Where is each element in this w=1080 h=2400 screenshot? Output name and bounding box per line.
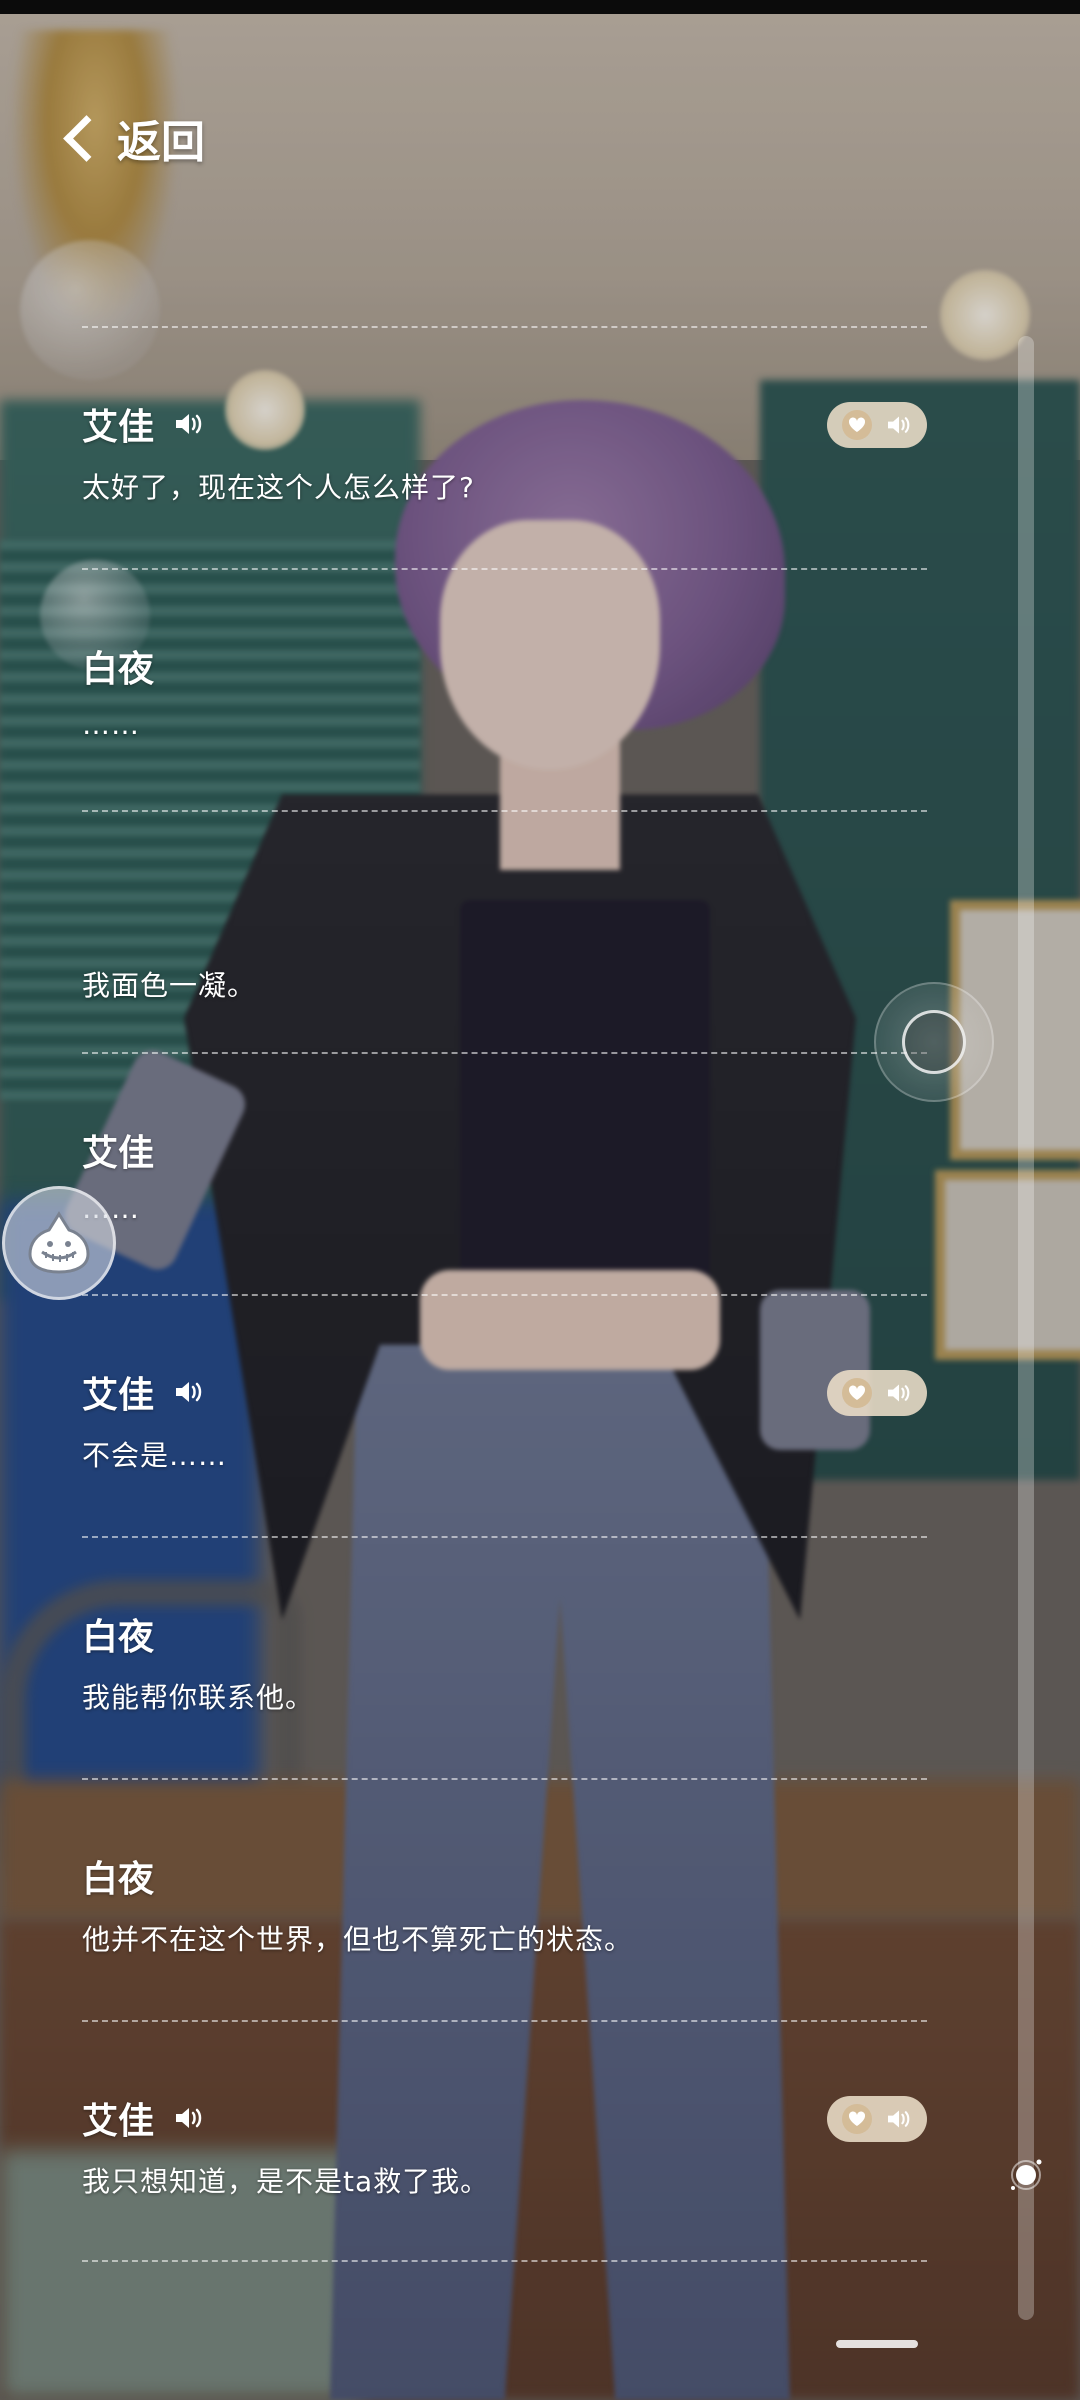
replay-voice-icon[interactable] [886,1382,912,1404]
mascot-icon [28,1211,90,1274]
log-entry: 艾佳 太好了，现在这个人怎么样了? [82,326,927,568]
log-entry: 艾佳 我只想知道，是不是ta救了我。 [82,2020,927,2262]
next-entry-pill-edge [836,2340,918,2348]
dialogue-text: …… [82,708,140,741]
entry-actions [827,2096,927,2142]
speaker: 白夜 [82,1850,154,1902]
scrollbar-thumb[interactable] [1009,2158,1043,2192]
log-entry: 白夜 我能帮你联系他。 [82,1536,927,1778]
speaker-name: 艾佳 [82,1374,155,1416]
dialogue-log[interactable]: 艾佳 太好了，现在这个人怎么样了? 白夜 …… 我面色一凝。 艾佳 …… 艾佳 … [82,326,927,2262]
speaker: 艾佳 [82,1366,204,1418]
mascot-floating-button[interactable] [2,1186,116,1300]
dialogue-text: 不会是…… [82,1439,228,1472]
back-button[interactable]: 返回 [58,108,205,168]
status-bar [0,0,1080,14]
floating-ball-button[interactable] [874,982,994,1102]
speaker-name: 白夜 [82,1858,155,1900]
speaker-name: 白夜 [82,648,155,690]
speaker-name: 白夜 [82,1616,155,1658]
heart-icon[interactable] [842,410,872,440]
speaker: 白夜 [82,1608,154,1660]
entry-actions [827,1370,927,1416]
scrollbar-track[interactable] [1018,336,1034,2320]
speaker-icon[interactable] [174,2105,204,2131]
back-label: 返回 [117,117,205,168]
dialogue-text: 太好了，现在这个人怎么样了? [82,471,475,504]
log-entry: 白夜 …… [82,568,927,810]
dialogue-text: 他并不在这个世界，但也不算死亡的状态。 [82,1923,634,1956]
heart-icon[interactable] [842,1378,872,1408]
narration-text: 我面色一凝。 [82,969,257,1002]
log-entry: 艾佳 …… [82,1052,927,1294]
speaker-name: 艾佳 [82,1132,155,1174]
heart-icon[interactable] [842,2104,872,2134]
circle-icon [902,1010,966,1074]
speaker: 艾佳 [82,2092,204,2144]
entry-actions [827,402,927,448]
replay-voice-icon[interactable] [886,414,912,436]
replay-voice-icon[interactable] [886,2108,912,2130]
speaker-name: 艾佳 [82,406,155,448]
speaker-name: 艾佳 [82,2100,155,2142]
speaker: 艾佳 [82,398,204,450]
log-entry: 艾佳 不会是…… [82,1294,927,1536]
log-entry: 我面色一凝。 [82,810,927,1052]
speaker: 艾佳 [82,1124,154,1176]
log-entry: 白夜 他并不在这个世界，但也不算死亡的状态。 [82,1778,927,2020]
speaker-icon[interactable] [174,411,204,437]
dialogue-text: 我能帮你联系他。 [82,1681,315,1714]
chevron-left-icon [63,114,110,162]
speaker: 白夜 [82,640,154,692]
dialogue-text: 我只想知道，是不是ta救了我。 [82,2165,490,2198]
speaker-icon[interactable] [174,1379,204,1405]
